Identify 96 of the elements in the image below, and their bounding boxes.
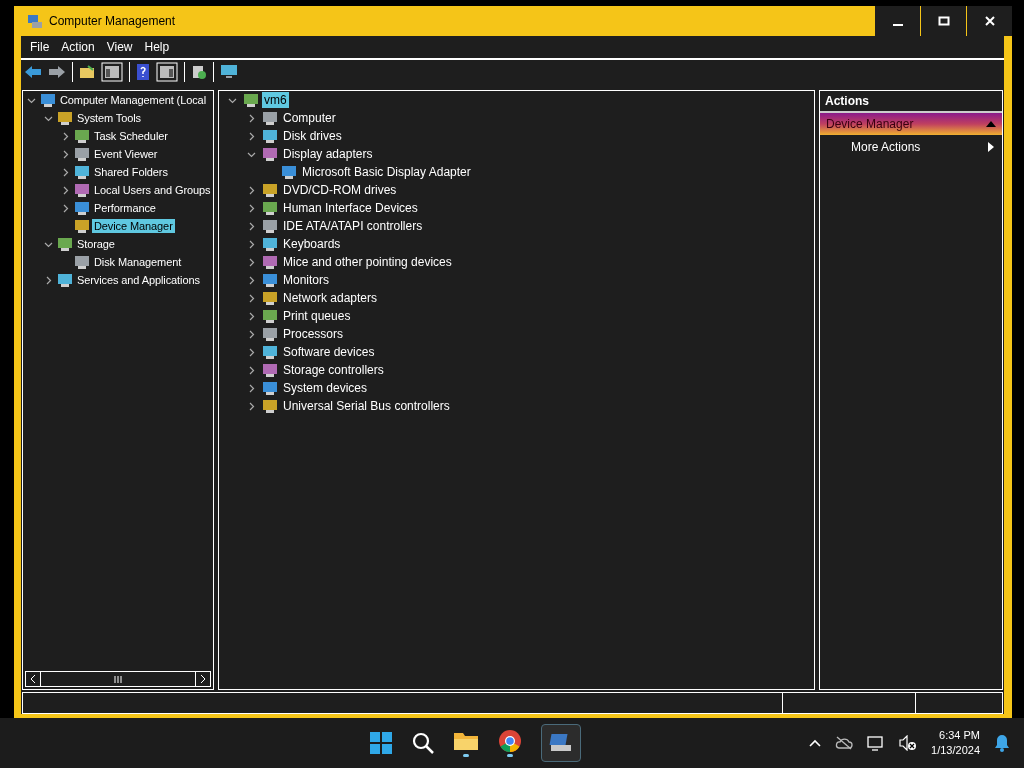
- menu-item[interactable]: Action: [56, 40, 100, 54]
- tree-item[interactable]: Microsoft Basic Display Adapter: [300, 164, 473, 180]
- tree-item[interactable]: Display adapters: [281, 146, 375, 162]
- action-pane-icon[interactable]: [156, 62, 178, 82]
- device-icon: [262, 110, 278, 126]
- tree-item[interactable]: IDE ATA/ATAPI controllers: [281, 218, 425, 234]
- tree-item[interactable]: Device Manager: [92, 219, 175, 233]
- forward-arrow-icon[interactable]: [48, 65, 66, 79]
- help-icon[interactable]: [136, 63, 150, 81]
- node-icon: [74, 200, 90, 216]
- tree-item[interactable]: Network adapters: [281, 290, 380, 306]
- device-icon: [243, 92, 259, 108]
- tree-item[interactable]: Task Scheduler: [92, 129, 170, 143]
- tree-item[interactable]: Universal Serial Bus controllers: [281, 398, 452, 414]
- minimize-icon: [892, 24, 903, 26]
- device-icon: [281, 164, 297, 180]
- tree-item[interactable]: Processors: [281, 326, 346, 342]
- node-icon: [74, 164, 90, 180]
- maximize-icon: [937, 15, 950, 27]
- minimize-button[interactable]: [874, 6, 920, 36]
- speaker-muted-icon[interactable]: [899, 735, 918, 751]
- device-icon: [262, 290, 278, 306]
- tree-item[interactable]: Storage controllers: [281, 362, 386, 378]
- device-icon: [262, 182, 278, 198]
- tree-item[interactable]: DVD/CD-ROM drives: [281, 182, 399, 198]
- actions-section-header[interactable]: Device Manager: [820, 113, 1002, 135]
- browser-icon[interactable]: [496, 729, 523, 757]
- device-icon: [262, 254, 278, 270]
- device-icon: [262, 218, 278, 234]
- tree-item[interactable]: Human Interface Devices: [281, 200, 420, 216]
- submenu-arrow-icon: [988, 142, 994, 152]
- node-icon: [57, 236, 73, 252]
- scroll-right-icon[interactable]: [200, 675, 206, 683]
- tree-item[interactable]: Monitors: [281, 272, 331, 288]
- device-icon: [262, 236, 278, 252]
- maximize-button[interactable]: [920, 6, 966, 36]
- network-icon[interactable]: [867, 735, 886, 751]
- device-icon: [262, 272, 278, 288]
- device-icon: [262, 146, 278, 162]
- monitor-icon[interactable]: [220, 64, 238, 80]
- tree-item[interactable]: System Tools: [75, 111, 143, 125]
- collapse-triangle-icon[interactable]: [986, 121, 996, 127]
- node-icon: [40, 92, 56, 108]
- folder-icon[interactable]: [79, 64, 95, 80]
- node-icon: [74, 254, 90, 270]
- close-icon: [983, 15, 996, 27]
- horizontal-scrollbar[interactable]: [25, 671, 211, 687]
- cloud-icon[interactable]: [835, 736, 854, 750]
- device-icon: [262, 380, 278, 396]
- tree-item[interactable]: Mice and other pointing devices: [281, 254, 454, 270]
- back-arrow-icon[interactable]: [24, 65, 42, 79]
- tree-item[interactable]: Event Viewer: [92, 147, 160, 161]
- tree-item[interactable]: Print queues: [281, 308, 353, 324]
- scroll-left-icon[interactable]: [30, 675, 36, 683]
- device-icon: [262, 326, 278, 342]
- tree-item[interactable]: Disk drives: [281, 128, 344, 144]
- node-icon: [57, 272, 73, 288]
- window-title: Computer Management: [49, 14, 176, 28]
- node-icon: [74, 182, 90, 198]
- tree-item[interactable]: Local Users and Groups: [92, 183, 213, 197]
- device-icon: [262, 344, 278, 360]
- clock-date[interactable]: 1/13/2024: [931, 743, 980, 758]
- computer-management-taskbar-button[interactable]: [540, 724, 581, 762]
- bell-icon[interactable]: [994, 734, 1010, 752]
- menu-item[interactable]: Help: [139, 40, 175, 54]
- tree-item[interactable]: vm6: [262, 92, 289, 108]
- clock-time[interactable]: 6:34 PM: [939, 728, 980, 743]
- tree-item[interactable]: Disk Management: [92, 255, 184, 269]
- start-icon[interactable]: [368, 731, 393, 755]
- device-icon: [262, 308, 278, 324]
- node-icon: [74, 218, 90, 234]
- node-icon: [74, 146, 90, 162]
- search-icon[interactable]: [410, 731, 435, 755]
- tree-item[interactable]: Keyboards: [281, 236, 343, 252]
- device-icon: [262, 362, 278, 378]
- chevron-up-icon[interactable]: [809, 739, 822, 747]
- scroll-thumb-grip-icon[interactable]: [114, 675, 122, 683]
- device-icon: [262, 200, 278, 216]
- tree-item[interactable]: System devices: [281, 380, 370, 396]
- menu-item[interactable]: File: [25, 40, 55, 54]
- tree-item[interactable]: Computer Management (Local: [58, 93, 208, 107]
- device-icon: [262, 398, 278, 414]
- tree-item[interactable]: Services and Applications: [75, 273, 202, 287]
- tree-item[interactable]: Computer: [281, 110, 338, 126]
- tree-item[interactable]: Shared Folders: [92, 165, 170, 179]
- tree-item[interactable]: Performance: [92, 201, 158, 215]
- device-icon: [262, 128, 278, 144]
- action-link[interactable]: More Actions: [851, 140, 921, 154]
- close-button[interactable]: [966, 6, 1012, 36]
- computer-icon: [27, 13, 43, 29]
- menu-item[interactable]: View: [101, 40, 138, 54]
- node-icon: [57, 110, 73, 126]
- tree-item[interactable]: Storage: [75, 237, 117, 251]
- tree-item[interactable]: Software devices: [281, 344, 377, 360]
- node-icon: [74, 128, 90, 144]
- console-tree-icon[interactable]: [101, 62, 123, 82]
